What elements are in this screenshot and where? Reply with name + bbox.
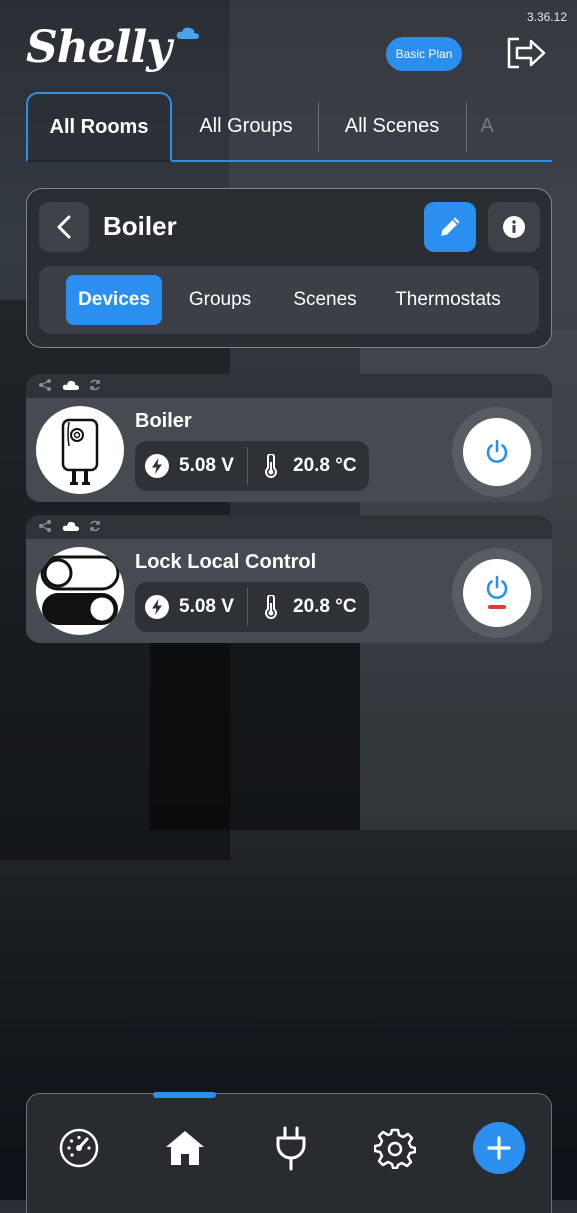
bottom-nav [26, 1092, 552, 1213]
tab-all-more[interactable]: A [472, 92, 502, 160]
pencil-icon [441, 217, 460, 236]
home-icon [166, 1131, 204, 1165]
thermometer-icon [265, 454, 277, 478]
nav-dashboard[interactable] [55, 1124, 103, 1172]
power-icon [486, 439, 508, 463]
room-subtabs: Devices Groups Scenes Thermostats [39, 266, 539, 334]
gear-icon [374, 1128, 416, 1169]
edit-room-button[interactable] [424, 202, 476, 252]
power-icon [486, 575, 508, 609]
tab-all-groups[interactable]: All Groups [176, 92, 316, 160]
chevron-left-icon [57, 215, 71, 239]
device-name: Lock Local Control [135, 551, 317, 573]
room-title: Boiler [103, 211, 177, 241]
tab-all-rooms[interactable]: All Rooms [26, 92, 172, 162]
voltage-icon [145, 595, 169, 619]
voltage-value: 5.08 V [179, 455, 234, 476]
info-icon [503, 216, 525, 238]
voltage-value: 5.08 V [179, 596, 234, 617]
nav-active-indicator [153, 1092, 216, 1098]
room-header-card: Boiler Devices Groups Scenes Thermostats [26, 188, 552, 348]
thermometer-icon [265, 595, 277, 619]
subtab-thermostats[interactable]: Thermostats [384, 275, 512, 325]
stats-divider [247, 447, 248, 485]
cloud-icon [62, 380, 79, 390]
temperature-value: 20.8 °C [293, 455, 357, 476]
power-button-ring [452, 548, 542, 638]
power-toggle-button[interactable] [463, 418, 531, 486]
room-tabs: All Rooms All Groups All Scenes A [26, 92, 552, 162]
device-name: Boiler [135, 410, 192, 432]
device-stats: 5.08 V 20.8 °C [135, 441, 369, 491]
device-status-bar [26, 515, 552, 539]
nav-devices[interactable] [267, 1124, 315, 1172]
voltage-icon [145, 454, 169, 478]
stats-divider [247, 588, 248, 626]
device-card-boiler[interactable]: Boiler 5.08 V 20.8 °C [26, 374, 552, 502]
plug-icon [276, 1126, 306, 1171]
room-info-button[interactable] [488, 202, 540, 252]
power-toggle-button[interactable] [463, 559, 531, 627]
cloud-icon [62, 521, 79, 531]
subtab-scenes[interactable]: Scenes [279, 275, 371, 325]
back-button[interactable] [39, 202, 89, 252]
device-card-lock-local-control[interactable]: Lock Local Control 5.08 V 20.8 °C [26, 515, 552, 643]
add-icon [487, 1136, 511, 1160]
device-status-bar [26, 374, 552, 398]
shelly-logo: Shelly [26, 22, 172, 73]
device-stats: 5.08 V 20.8 °C [135, 582, 369, 632]
subtab-groups[interactable]: Groups [174, 275, 266, 325]
app-version: 3.36.12 [526, 10, 567, 24]
share-icon [39, 520, 51, 532]
nav-settings[interactable] [371, 1124, 419, 1172]
toggle-switch-icon [40, 555, 120, 625]
temperature-value: 20.8 °C [293, 596, 357, 617]
device-image [36, 406, 124, 494]
water-heater-icon [61, 418, 99, 485]
sync-icon [90, 520, 100, 532]
add-button[interactable] [473, 1122, 525, 1174]
sync-icon [90, 379, 100, 391]
logout-icon [507, 37, 546, 69]
power-button-ring [452, 407, 542, 497]
device-image [36, 547, 124, 635]
tab-all-scenes[interactable]: All Scenes [320, 92, 464, 160]
tab-divider [318, 102, 319, 152]
subtab-devices[interactable]: Devices [66, 275, 162, 325]
cloud-icon [176, 27, 199, 39]
nav-home[interactable] [161, 1124, 209, 1172]
tab-divider [466, 102, 467, 152]
plan-badge[interactable]: Basic Plan [386, 37, 462, 71]
dashboard-gauge-icon [59, 1128, 99, 1168]
share-icon [39, 379, 51, 391]
logout-button[interactable] [505, 34, 549, 72]
